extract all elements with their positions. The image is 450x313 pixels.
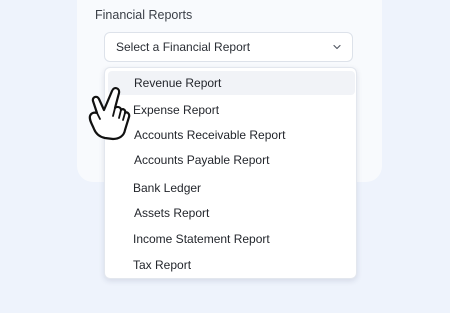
menu-item-accounts-payable-report[interactable]: Accounts Payable Report (134, 148, 354, 172)
menu-item-assets-report[interactable]: Assets Report (134, 201, 354, 225)
menu-item-accounts-receivable-report[interactable]: Accounts Receivable Report (134, 123, 354, 147)
select-value: Select a Financial Report (116, 40, 251, 54)
menu-item-tax-report[interactable]: Tax Report (133, 253, 353, 277)
menu-item-label: Tax Report (133, 258, 192, 272)
financial-report-select[interactable]: Select a Financial Report (104, 32, 353, 62)
chevron-down-icon (333, 44, 341, 50)
dropdown-menu: Revenue Report Expense Report Accounts R… (104, 67, 357, 279)
menu-item-revenue-report[interactable]: Revenue Report (108, 71, 355, 95)
menu-item-label: Assets Report (134, 206, 210, 220)
menu-item-label: Revenue Report (134, 76, 222, 90)
menu-item-label: Accounts Payable Report (134, 153, 270, 167)
pointing-hand-icon (88, 87, 131, 141)
menu-item-expense-report[interactable]: Expense Report (133, 98, 353, 122)
menu-item-label: Income Statement Report (133, 232, 270, 246)
menu-item-label: Expense Report (133, 103, 220, 117)
menu-item-label: Bank Ledger (133, 181, 202, 195)
menu-item-bank-ledger[interactable]: Bank Ledger (133, 176, 353, 200)
menu-item-label: Accounts Receivable Report (134, 128, 286, 142)
financial-reports-label: Financial Reports (95, 8, 193, 22)
menu-item-income-statement-report[interactable]: Income Statement Report (133, 227, 353, 251)
